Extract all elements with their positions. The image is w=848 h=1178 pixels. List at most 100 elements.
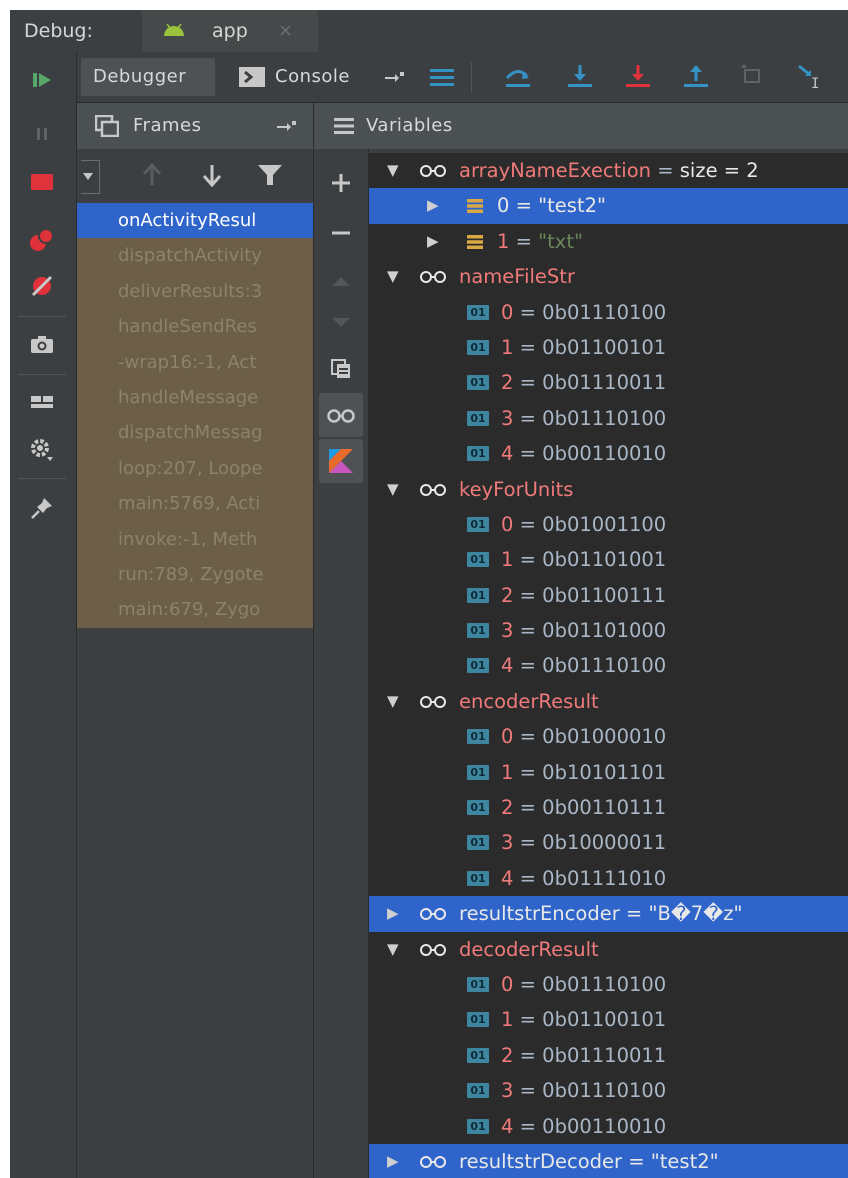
variable-row[interactable]: 01 1 = 0b10101101 (369, 755, 848, 790)
down-icon[interactable] (319, 301, 363, 345)
frame-item[interactable]: main:5769, Acti (77, 486, 313, 522)
variable-row[interactable]: ▼ keyForUnits (369, 472, 848, 507)
show-execution-point-icon[interactable] (427, 62, 457, 92)
filter-icon[interactable] (257, 164, 283, 186)
collapse-arrow-icon[interactable]: ▼ (387, 684, 399, 719)
variable-row[interactable]: 01 2 = 0b01110011 (369, 365, 848, 400)
frame-item[interactable]: handleSendRes (77, 309, 313, 345)
tab-console[interactable]: Console (227, 58, 417, 96)
frame-item[interactable]: loop:207, Loopе (77, 450, 313, 487)
variable-separator: = (513, 760, 543, 784)
variable-row[interactable]: 01 0 = 0b01110100 (369, 967, 848, 1002)
variable-row[interactable]: ▼ decoderResult (369, 932, 848, 967)
variable-row[interactable]: 01 2 = 0b01100111 (369, 578, 848, 613)
variable-separator: = (513, 654, 543, 678)
variable-row[interactable]: 01 4 = 0b01110100 (369, 648, 848, 683)
up-icon[interactable] (319, 259, 363, 303)
step-out-icon[interactable] (681, 62, 711, 92)
variable-row[interactable]: 01 3 = 0b01110100 (369, 401, 848, 436)
variable-row[interactable]: 01 4 = 0b00110010 (369, 1109, 848, 1144)
frame-item[interactable]: main:679, Zygo (77, 592, 313, 628)
frame-item[interactable]: dispatchMessag (77, 415, 313, 451)
variable-row[interactable]: ▶ 0 = "test2" (369, 188, 848, 224)
pin-icon[interactable] (20, 488, 64, 528)
variable-row[interactable]: ▼ encoderResult (369, 684, 848, 719)
app-tab[interactable]: app × (142, 10, 318, 52)
array-element-icon (467, 199, 483, 214)
view-breakpoints-icon[interactable] (20, 220, 64, 260)
down-arrow-icon[interactable] (201, 163, 223, 187)
tab-debugger[interactable]: Debugger (81, 58, 215, 96)
frames-list[interactable]: onActivityResul dispatchActivity deliverRe… (77, 203, 314, 1178)
kotlin-icon[interactable] (319, 439, 363, 483)
variable-row[interactable]: 01 1 = 0b01100101 (369, 1002, 848, 1037)
variable-value: 0b00110111 (542, 796, 667, 820)
pause-icon[interactable] (20, 114, 64, 154)
frame-item[interactable]: deliverResults:3 (77, 273, 313, 310)
step-into-icon[interactable] (565, 62, 595, 92)
step-over-icon[interactable] (503, 62, 533, 92)
pin-frames-icon[interactable] (277, 119, 297, 133)
binary-primitive-icon: 01 (467, 623, 489, 639)
collapse-arrow-icon[interactable]: ▼ (387, 932, 399, 967)
collapse-arrow-icon[interactable]: ▼ (387, 259, 399, 294)
frame-item[interactable]: run:789, Zygote (77, 556, 313, 593)
variable-row[interactable]: 01 3 = 0b01101000 (369, 613, 848, 648)
variable-row[interactable]: 01 2 = 0b01110011 (369, 1038, 848, 1073)
collapse-arrow-icon[interactable]: ▼ (387, 472, 399, 507)
new-watch-icon[interactable] (319, 161, 363, 205)
expand-arrow-icon[interactable]: ▶ (427, 188, 439, 223)
variable-row[interactable]: 01 0 = 0b01110100 (369, 295, 848, 330)
variable-row[interactable]: ▶ 1 = "txt" (369, 224, 848, 259)
variable-row[interactable]: 01 3 = 0b01110100 (369, 1073, 848, 1108)
frame-item[interactable]: handleMessage (77, 379, 313, 416)
variable-row[interactable]: 01 4 = 0b01111010 (369, 861, 848, 896)
pin-tab-icon[interactable] (385, 70, 405, 84)
camera-icon[interactable] (20, 324, 64, 364)
show-watches-icon[interactable] (319, 393, 363, 437)
resume-icon[interactable] (20, 60, 64, 100)
variables-tree[interactable]: ▼ arrayNameExection = size = 2 ▶ 0 = "test2… (369, 153, 848, 1178)
stop-icon[interactable] (20, 162, 64, 202)
variable-row[interactable]: 01 4 = 0b00110010 (369, 436, 848, 471)
variable-name: decoderResult (459, 937, 599, 961)
variable-row[interactable]: ▼ arrayNameExection = size = 2 (369, 153, 848, 188)
expand-arrow-icon[interactable]: ▶ (387, 896, 399, 931)
run-to-cursor-icon[interactable]: I (795, 62, 825, 92)
watch-variable-icon (420, 695, 446, 708)
remove-watch-icon[interactable] (319, 211, 363, 255)
settings-icon[interactable] (20, 430, 64, 470)
variable-text: 2 = 0b01110011 (501, 1038, 666, 1073)
drop-frame-icon[interactable] (737, 62, 767, 92)
debugger-tab-row: Debugger Console I (77, 52, 848, 103)
variable-row[interactable]: 01 3 = 0b10000011 (369, 825, 848, 860)
expand-arrow-icon[interactable]: ▶ (427, 224, 439, 259)
frames-icon (95, 115, 119, 137)
frame-item[interactable]: onActivityResul (77, 203, 313, 239)
variable-separator: = (513, 725, 543, 749)
up-arrow-icon[interactable] (141, 163, 163, 187)
mute-breakpoints-icon[interactable] (20, 266, 64, 306)
variable-row[interactable]: ▶ resultstrEncoder = "B�7�z" (369, 896, 848, 932)
frame-item[interactable]: -wrap16:-1, Act (77, 344, 313, 380)
force-step-into-icon[interactable] (623, 62, 653, 92)
layout-icon[interactable] (20, 382, 64, 422)
variable-row[interactable]: ▼ nameFileStr (369, 259, 848, 294)
variable-row[interactable]: 01 1 = 0b01100101 (369, 330, 848, 365)
variable-row[interactable]: 01 1 = 0b01101001 (369, 542, 848, 577)
thread-selector[interactable] (81, 160, 100, 194)
collapse-arrow-icon[interactable]: ▼ (387, 153, 399, 188)
frame-item[interactable]: invoke:-1, Meth (77, 521, 313, 557)
variable-row[interactable]: ▶ resultstrDecoder = "test2" (369, 1143, 848, 1178)
close-icon[interactable]: × (278, 10, 293, 52)
frame-item[interactable]: dispatchActivity (77, 238, 313, 274)
variable-row[interactable]: 01 2 = 0b00110111 (369, 790, 848, 825)
variable-value: 0b01110100 (542, 972, 667, 996)
binary-primitive-icon: 01 (467, 800, 489, 816)
copy-icon[interactable] (319, 347, 363, 391)
expand-arrow-icon[interactable]: ▶ (387, 1144, 399, 1178)
variables-header: Variables (314, 103, 848, 149)
variable-row[interactable]: 01 0 = 0b01000010 (369, 719, 848, 754)
variable-name: 1 (497, 229, 510, 253)
variable-row[interactable]: 01 0 = 0b01001100 (369, 507, 848, 542)
